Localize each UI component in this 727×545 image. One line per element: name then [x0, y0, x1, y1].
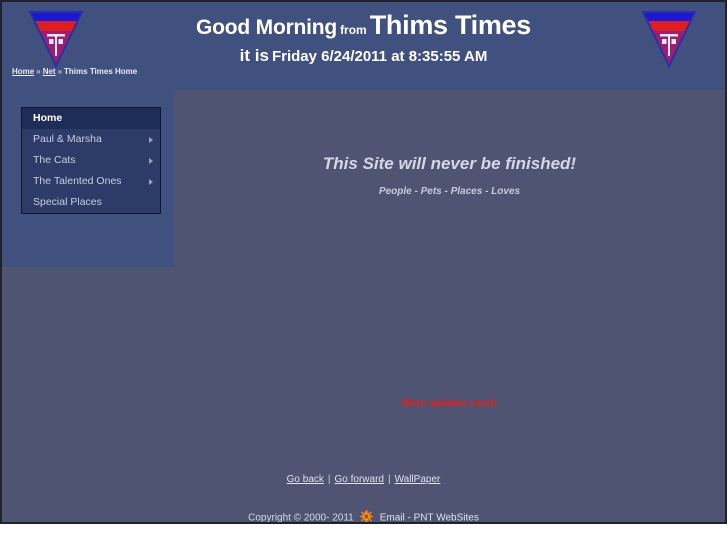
site-header: Good Morning from Thims Times it is Friday … — [2, 2, 725, 90]
breadcrumb-separator-2: » — [57, 67, 63, 76]
breadcrumb-separator-1: » — [36, 67, 41, 76]
footer-separator-2: | — [387, 474, 391, 485]
go-forward-link[interactable]: Go forward — [335, 474, 384, 485]
sidebar-item-paul-marsha[interactable]: Paul & Marsha — [22, 129, 160, 150]
pnt-triangle-logo-icon-right[interactable] — [641, 10, 697, 68]
chevron-right-icon — [149, 178, 153, 185]
sidebar-panel: Home Paul & Marsha The Cats The Talented… — [2, 90, 177, 267]
main-navigation-menu: Home Paul & Marsha The Cats The Talented… — [21, 107, 161, 214]
datetime-line: it is Friday 6/24/2011 at 8:35:55 AM — [2, 46, 725, 66]
sidebar-item-special-places[interactable]: Special Places — [22, 192, 160, 213]
breadcrumb-item-current: Thims Times Home — [64, 67, 138, 76]
updates-notice: More updates soon! — [401, 398, 497, 409]
from-text: from — [340, 23, 367, 37]
page-title: Good Morning from Thims Times — [2, 10, 725, 41]
site-frame: Good Morning from Thims Times it is Friday … — [0, 0, 727, 524]
footer-separator-1: | — [327, 474, 331, 485]
sidebar-item-home[interactable]: Home — [22, 108, 160, 129]
copyright-line: Copyright © 2000- 2011 Email - PNT WebSi… — [2, 509, 725, 524]
breadcrumb: Home» Net» Thims Times Home — [12, 67, 137, 76]
breadcrumb-item-home[interactable]: Home — [12, 67, 34, 76]
sidebar-item-the-cats[interactable]: The Cats — [22, 150, 160, 171]
page-root: Good Morning from Thims Times it is Friday … — [0, 0, 727, 545]
breadcrumb-item-net[interactable]: Net — [43, 67, 56, 76]
content-subline: People - Pets - Places - Loves — [378, 186, 521, 197]
datetime-text: Friday 6/24/2011 at 8:35:55 AM — [271, 48, 488, 65]
sidebar-item-label: Special Places — [33, 196, 102, 208]
wallpaper-link[interactable]: WallPaper — [395, 474, 441, 485]
sidebar-item-label: The Cats — [33, 154, 76, 166]
sidebar-item-label: Paul & Marsha — [33, 133, 102, 145]
spiderweb-icon — [358, 509, 375, 522]
sidebar-item-label: Home — [33, 112, 63, 124]
content-headline: This Site will never be finished! — [322, 154, 577, 173]
greeting-text: Good Morning — [196, 16, 338, 39]
footer-links: Go back | Go forward | WallPaper — [2, 474, 725, 485]
sidebar-item-the-talented-ones[interactable]: The Talented Ones — [22, 171, 160, 192]
main-content: This Site will never be finished! People… — [174, 92, 725, 522]
sidebar-item-label: The Talented Ones — [33, 175, 122, 187]
email-pnt-websites-link[interactable]: Email - PNT WebSites — [380, 513, 479, 523]
chevron-right-icon — [149, 157, 153, 164]
it-is-text: it is — [239, 46, 269, 65]
go-back-link[interactable]: Go back — [287, 474, 324, 485]
copyright-text: Copyright © 2000- 2011 — [248, 512, 354, 524]
brand-name: Thims Times — [369, 10, 532, 40]
chevron-right-icon — [149, 136, 153, 143]
